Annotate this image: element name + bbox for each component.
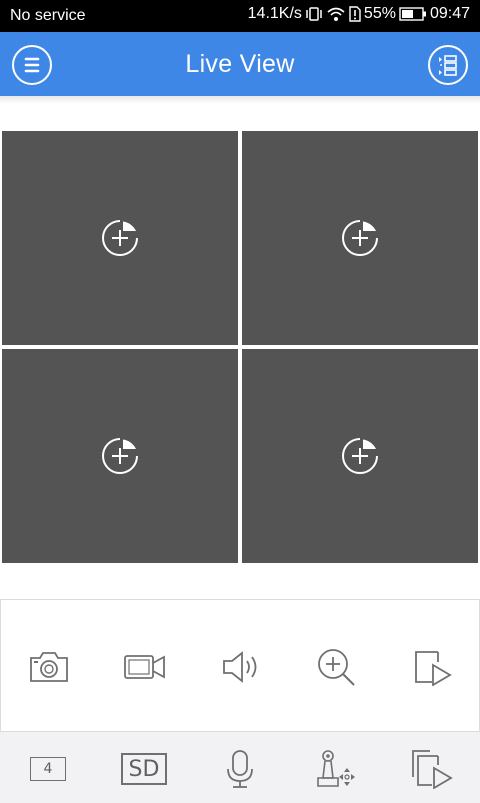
add-camera-icon[interactable] bbox=[340, 436, 380, 476]
playback-button[interactable] bbox=[410, 644, 456, 690]
ptz-button[interactable] bbox=[312, 748, 360, 790]
sim-alert-icon bbox=[349, 6, 361, 22]
zoom-in-icon bbox=[318, 649, 355, 686]
battery-percent: 55% bbox=[363, 5, 396, 22]
add-camera-icon[interactable] bbox=[100, 218, 140, 258]
carrier-text: No service bbox=[10, 7, 86, 24]
stream-quality-label: SD bbox=[121, 753, 167, 785]
video-window[interactable] bbox=[2, 131, 238, 345]
microphone-icon bbox=[227, 750, 253, 788]
record-button[interactable] bbox=[122, 644, 168, 690]
window-layout-button[interactable] bbox=[428, 45, 468, 85]
app-header: Live View bbox=[0, 32, 480, 96]
video-record-icon bbox=[124, 655, 165, 679]
window-layout-icon bbox=[439, 55, 457, 76]
bottom-bar: 4 SD bbox=[0, 731, 480, 803]
add-camera-icon[interactable] bbox=[100, 436, 140, 476]
status-bar: No service 14.1K/s 55% 09:47 bbox=[0, 0, 480, 32]
window-count-label: 4 bbox=[30, 757, 66, 781]
window-count-button[interactable]: 4 bbox=[24, 748, 72, 790]
add-camera-icon[interactable] bbox=[340, 218, 380, 258]
playback-icon bbox=[415, 651, 452, 686]
video-window[interactable] bbox=[242, 349, 478, 563]
header-shadow bbox=[0, 96, 480, 104]
snapshot-button[interactable] bbox=[26, 644, 72, 690]
video-window[interactable] bbox=[242, 131, 478, 345]
status-indicators: 14.1K/s 55% 09:47 bbox=[248, 5, 470, 23]
multi-playback-icon bbox=[412, 750, 453, 789]
battery-icon bbox=[399, 7, 426, 21]
video-window[interactable] bbox=[2, 349, 238, 563]
live-view-grid bbox=[2, 131, 478, 563]
camera-icon bbox=[30, 652, 68, 682]
speaker-icon bbox=[223, 651, 257, 683]
ptz-icon bbox=[317, 750, 355, 787]
control-toolbar bbox=[0, 599, 480, 731]
vibrate-icon bbox=[306, 7, 322, 21]
two-way-audio-button[interactable] bbox=[216, 748, 264, 790]
network-speed: 14.1K/s bbox=[247, 5, 302, 22]
audio-button[interactable] bbox=[218, 644, 264, 690]
wifi-icon bbox=[327, 7, 345, 21]
toolbar-row bbox=[1, 644, 480, 690]
stream-quality-button[interactable]: SD bbox=[120, 748, 168, 790]
clock-time: 09:47 bbox=[429, 5, 470, 22]
multi-playback-button[interactable] bbox=[408, 748, 456, 790]
digital-zoom-button[interactable] bbox=[314, 644, 360, 690]
page-title: Live View bbox=[185, 50, 295, 78]
